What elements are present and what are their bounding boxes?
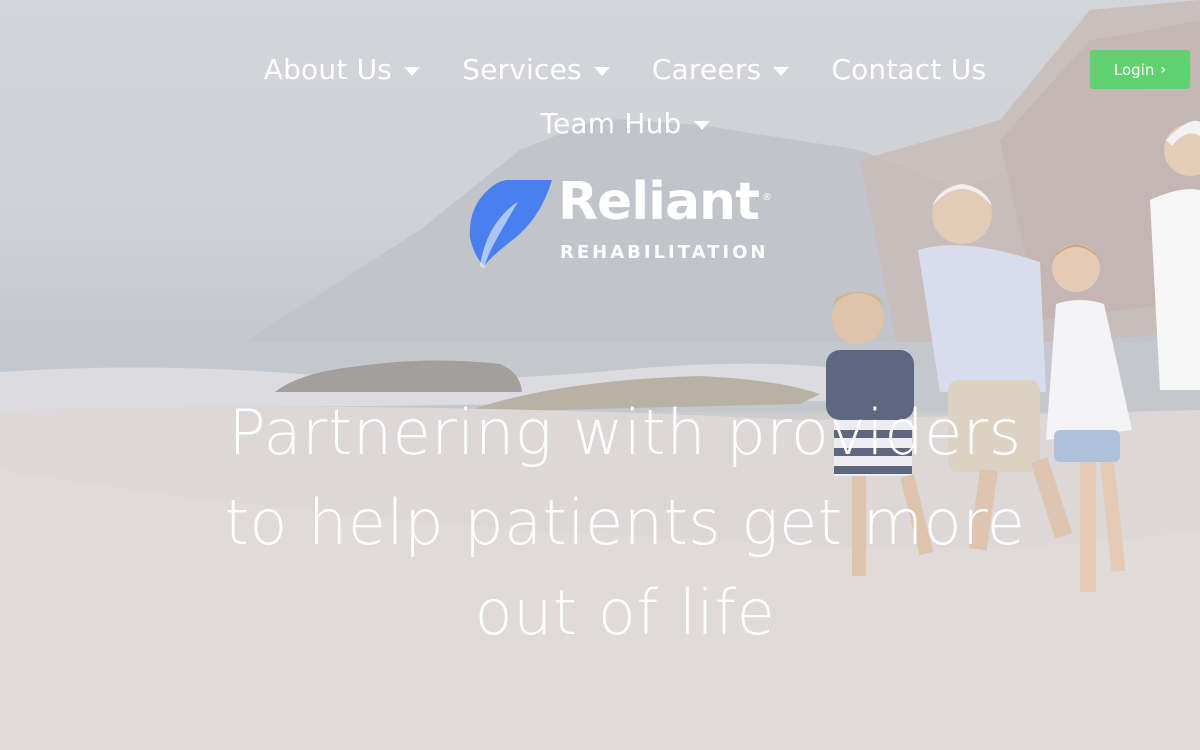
main-navigation: About Us Services Careers Contact Us Tea…: [240, 52, 1010, 142]
nav-item-label: About Us: [263, 53, 393, 86]
hero-section: About Us Services Careers Contact Us Tea…: [0, 0, 1200, 750]
nav-item-label: Services: [462, 53, 582, 86]
chevron-right-icon: ›: [1160, 61, 1167, 78]
caret-down-icon: [693, 120, 710, 130]
caret-down-icon: [404, 66, 421, 76]
caret-down-icon: [593, 66, 610, 76]
logo-wordmark: Reliant: [558, 172, 760, 232]
hero-headline: Partnering with providers to help patien…: [224, 396, 1026, 649]
login-label: Login: [1113, 60, 1155, 79]
nav-item-label: Team Hub: [540, 107, 682, 140]
leaf-icon: [469, 180, 552, 268]
nav-item-team-hub[interactable]: Team Hub: [540, 106, 710, 142]
nav-item-label: Contact Us: [831, 53, 987, 86]
registered-mark: ®: [762, 192, 772, 203]
nav-item-contact-us[interactable]: Contact Us: [831, 52, 986, 88]
nav-item-services[interactable]: Services: [462, 52, 610, 88]
nav-item-label: Careers: [651, 53, 762, 86]
reliant-logo[interactable]: Reliant ® REHABILITATION: [466, 172, 776, 270]
nav-item-about-us[interactable]: About Us: [263, 52, 421, 88]
caret-down-icon: [773, 66, 790, 76]
login-button[interactable]: Login ›: [1090, 50, 1190, 89]
logo-subtitle: REHABILITATION: [560, 242, 769, 263]
nav-item-careers[interactable]: Careers: [652, 52, 790, 88]
